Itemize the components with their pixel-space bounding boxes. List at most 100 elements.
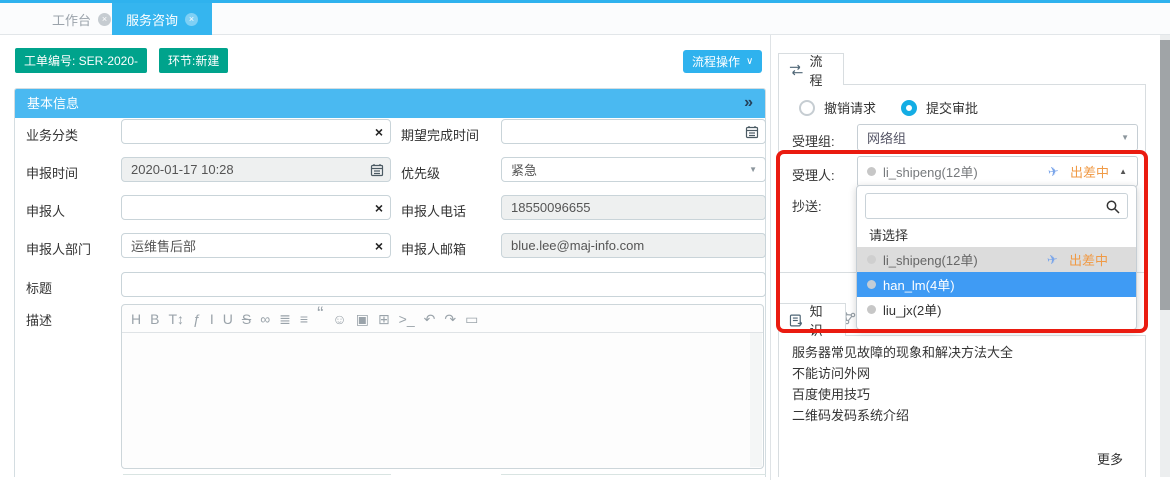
table-icon[interactable]: ⊞ bbox=[378, 305, 390, 333]
dropdown-option-liu-jx[interactable]: liu_jx(2单) bbox=[857, 297, 1136, 322]
business-category-field[interactable]: × bbox=[121, 119, 391, 144]
editor-content-area[interactable] bbox=[122, 333, 763, 468]
redo-icon[interactable]: ↷ bbox=[444, 305, 456, 333]
phone-field[interactable] bbox=[501, 195, 766, 220]
next-row-hint bbox=[123, 474, 391, 475]
option-name: li_shipeng(12单) bbox=[883, 250, 978, 269]
font-family-icon[interactable]: ƒ bbox=[193, 305, 201, 333]
chevron-up-icon: ▲ bbox=[1119, 167, 1127, 176]
ticket-step-badge: 环节:新建 bbox=[159, 48, 228, 73]
dept-label: 申报人部门 bbox=[26, 239, 91, 258]
radio-revoke-request[interactable] bbox=[799, 100, 815, 116]
next-row-hint bbox=[501, 474, 766, 475]
fullscreen-icon[interactable]: ▭ bbox=[465, 305, 478, 333]
dropdown-search-input[interactable] bbox=[866, 194, 1127, 218]
close-icon[interactable]: × bbox=[185, 13, 198, 26]
phone-label: 申报人电话 bbox=[401, 201, 466, 220]
app-window: ◀◀ 工作台 × 服务咨询 × ▶▶ 工单编号: SER-2020- 环节:新建… bbox=[0, 0, 1170, 477]
chevron-down-icon: ∨ bbox=[746, 56, 753, 67]
more-link[interactable]: 更多 bbox=[1097, 449, 1123, 468]
collapse-section-icon[interactable]: » bbox=[744, 89, 753, 118]
process-action-button[interactable]: 流程操作 ∨ bbox=[683, 50, 762, 73]
handler-value: li_shipeng(12单) bbox=[883, 162, 978, 181]
tab-knowledge[interactable]: 知识 bbox=[778, 303, 846, 336]
clear-icon[interactable]: × bbox=[375, 123, 383, 141]
undo-icon[interactable]: ↶ bbox=[424, 305, 436, 333]
handler-group-label: 受理组: bbox=[792, 131, 835, 150]
title-label: 标题 bbox=[26, 278, 52, 297]
knowledge-item[interactable]: 二维码发码系统介绍 bbox=[792, 405, 1132, 424]
tab-service-consult[interactable]: 服务咨询 × bbox=[112, 3, 212, 35]
underline-icon[interactable]: U bbox=[223, 305, 233, 333]
report-time-label: 申报时间 bbox=[26, 163, 78, 182]
quote-icon[interactable]: “ bbox=[317, 311, 323, 327]
dropdown-prompt-option[interactable]: 请选择 bbox=[857, 225, 1136, 247]
report-time-field[interactable] bbox=[121, 157, 391, 182]
business-category-label: 业务分类 bbox=[26, 125, 78, 144]
airplane-icon: ✈ bbox=[1047, 163, 1060, 180]
option-name: liu_jx(2单) bbox=[883, 300, 942, 319]
link-icon[interactable]: ∞ bbox=[260, 305, 270, 333]
email-input[interactable] bbox=[502, 234, 765, 257]
tab-process-label: 流程 bbox=[809, 51, 833, 89]
align-icon[interactable]: ≡ bbox=[300, 305, 308, 333]
bold-icon[interactable]: B bbox=[150, 305, 159, 333]
radio-submit-approval[interactable] bbox=[901, 100, 917, 116]
email-field[interactable] bbox=[501, 233, 766, 258]
knowledge-item[interactable]: 服务器常见故障的现象和解决方法大全 bbox=[792, 342, 1132, 361]
font-size-icon[interactable]: T↕ bbox=[168, 305, 184, 333]
handler-group-select[interactable]: 网络组 ▼ bbox=[857, 124, 1138, 151]
dept-input[interactable] bbox=[122, 234, 390, 257]
dropdown-option-han-lm[interactable]: han_lm(4单) bbox=[857, 272, 1136, 297]
scrollbar-thumb[interactable] bbox=[1160, 40, 1170, 310]
code-icon[interactable]: >_ bbox=[399, 305, 415, 333]
knowledge-item[interactable]: 百度使用技巧 bbox=[792, 384, 1132, 403]
heading-icon[interactable]: H bbox=[131, 305, 141, 333]
expected-time-field[interactable] bbox=[501, 119, 766, 144]
report-time-input[interactable] bbox=[122, 158, 390, 181]
emoji-icon[interactable]: ☺ bbox=[332, 305, 346, 333]
process-action-label: 流程操作 bbox=[692, 53, 740, 70]
dropdown-search-field[interactable] bbox=[865, 193, 1128, 219]
handler-select[interactable]: li_shipeng(12单) ✈ 出差中 ▲ bbox=[857, 156, 1138, 187]
ticket-number-badge: 工单编号: SER-2020- bbox=[15, 48, 147, 73]
rich-text-editor[interactable]: H B T↕ ƒ I U S ∞ ≣ ≡ “ ☺ ▣ ⊞ >_ ↶ ↷ bbox=[121, 304, 764, 469]
title-input[interactable] bbox=[122, 273, 765, 296]
priority-label: 优先级 bbox=[401, 163, 440, 182]
business-category-input[interactable] bbox=[122, 120, 390, 143]
priority-value: 紧急 bbox=[502, 160, 749, 179]
clear-icon[interactable]: × bbox=[375, 237, 383, 255]
trip-status-text: 出差中 bbox=[1070, 162, 1109, 181]
strikethrough-icon[interactable]: S bbox=[242, 305, 251, 333]
editor-toolbar: H B T↕ ƒ I U S ∞ ≣ ≡ “ ☺ ▣ ⊞ >_ ↶ ↷ bbox=[122, 305, 763, 333]
radio-revoke-label: 撤销请求 bbox=[824, 98, 876, 117]
reporter-field[interactable]: × bbox=[121, 195, 391, 220]
priority-select[interactable]: 紧急 ▼ bbox=[501, 157, 766, 182]
expected-time-input[interactable] bbox=[502, 120, 765, 143]
tab-bar: ◀◀ 工作台 × 服务咨询 × ▶▶ bbox=[0, 3, 1170, 35]
knowledge-item[interactable]: 不能访问外网 bbox=[792, 363, 1132, 382]
clear-icon[interactable]: × bbox=[375, 199, 383, 217]
image-icon[interactable]: ▣ bbox=[356, 305, 369, 333]
phone-input[interactable] bbox=[502, 196, 765, 219]
approval-radio-group: 撤销请求 提交审批 bbox=[799, 98, 978, 117]
status-dot-icon bbox=[867, 255, 876, 264]
dropdown-option-li-shipeng[interactable]: li_shipeng(12单) ✈ 出差中 bbox=[857, 247, 1136, 272]
close-icon[interactable]: × bbox=[98, 13, 111, 26]
list-icon[interactable]: ≣ bbox=[279, 305, 291, 333]
title-field[interactable] bbox=[121, 272, 766, 297]
chevron-down-icon: ▼ bbox=[1121, 133, 1137, 142]
italic-icon[interactable]: I bbox=[210, 305, 214, 333]
ticket-form-panel: 工单编号: SER-2020- 环节:新建 流程操作 ∨ 基本信息 » 业务分类… bbox=[0, 35, 770, 477]
dept-field[interactable]: × bbox=[121, 233, 391, 258]
reporter-label: 申报人 bbox=[26, 201, 65, 220]
calendar-icon[interactable] bbox=[370, 163, 384, 177]
reporter-input[interactable] bbox=[122, 196, 390, 219]
knowledge-doc-icon bbox=[789, 313, 804, 328]
airplane-icon: ✈ bbox=[1046, 251, 1059, 268]
tab-process[interactable]: 流程 bbox=[778, 53, 844, 85]
calendar-icon[interactable] bbox=[745, 125, 759, 139]
basic-info-header: 基本信息 bbox=[15, 89, 765, 118]
tab-knowledge-label: 知识 bbox=[810, 301, 835, 339]
search-icon bbox=[1105, 199, 1121, 215]
